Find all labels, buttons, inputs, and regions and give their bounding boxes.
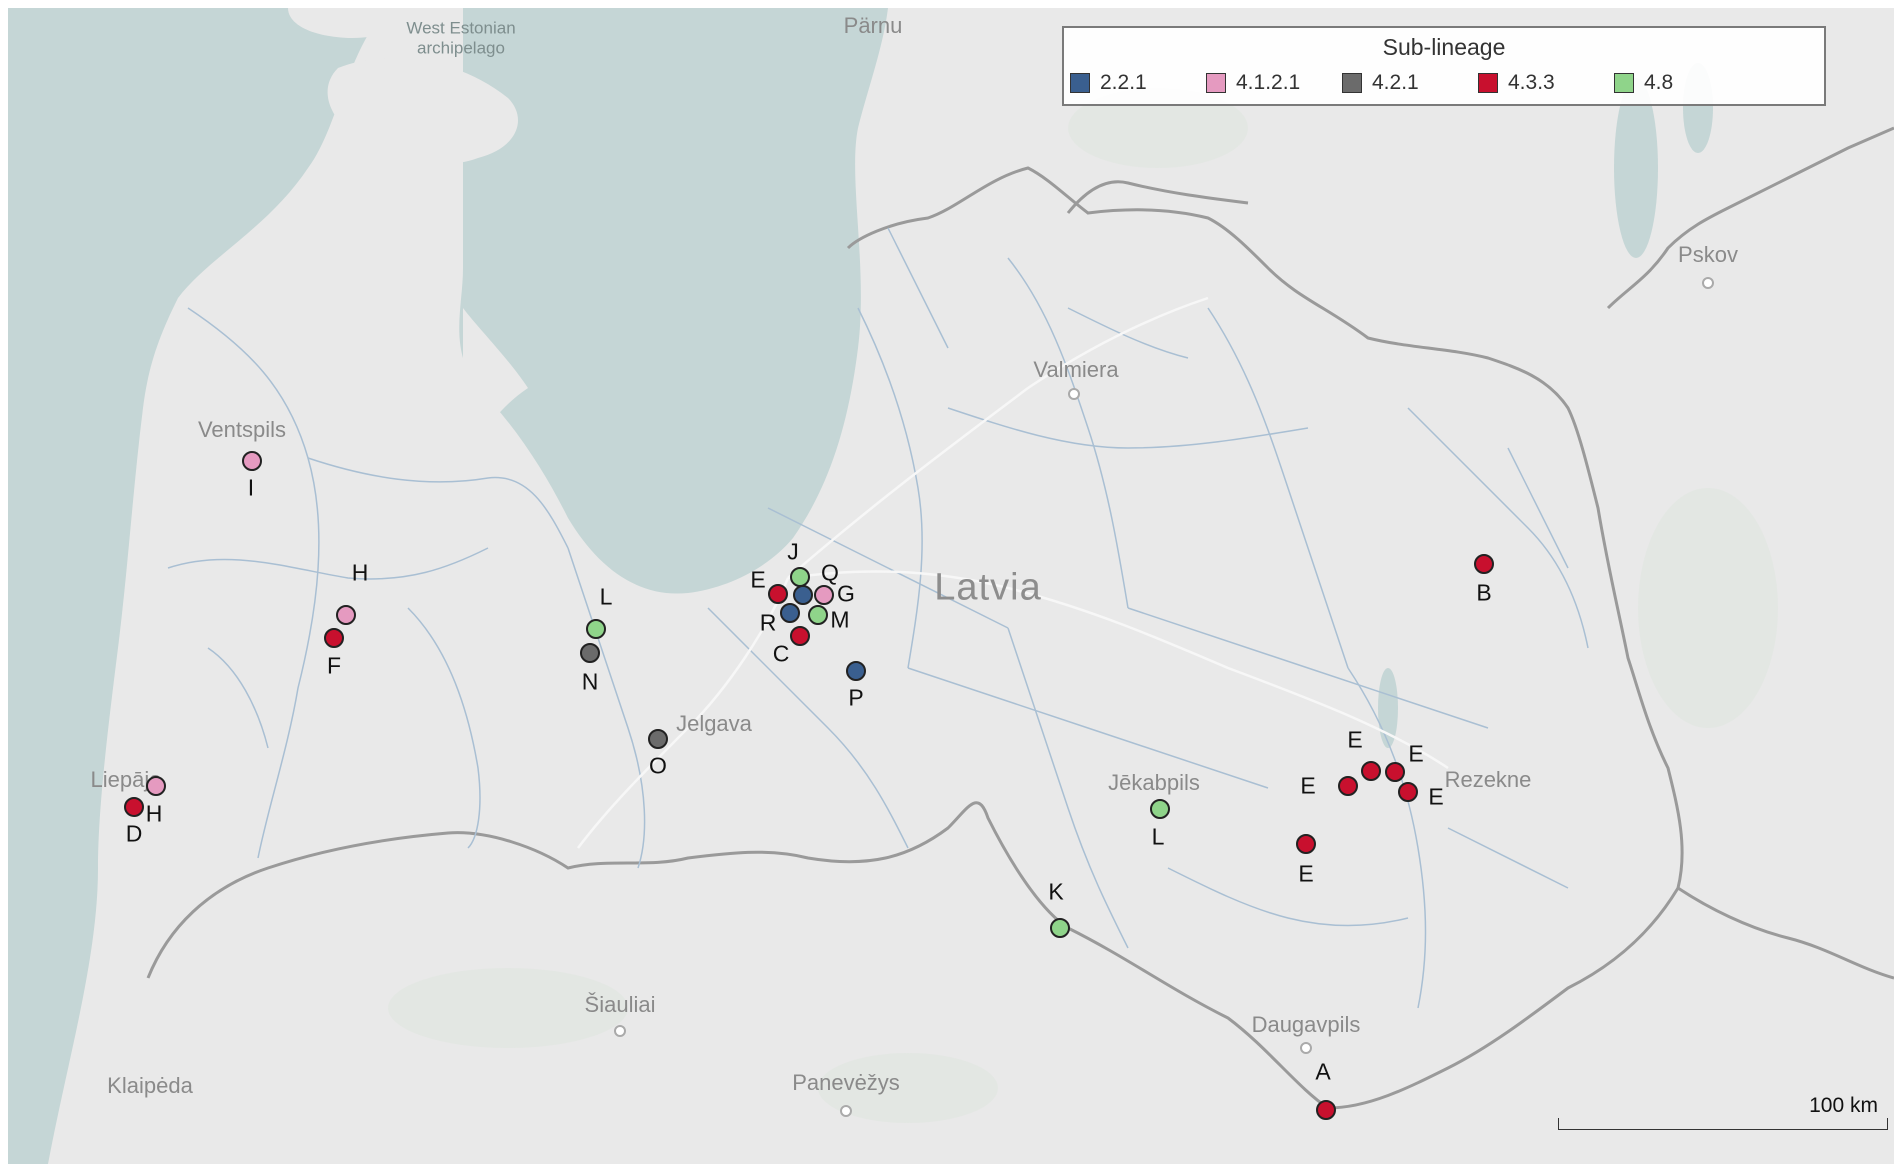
sample-label: L	[1151, 823, 1165, 850]
city-label-jekabpils: Jēkabpils	[1108, 770, 1200, 795]
legend-label: 4.8	[1644, 71, 1674, 94]
city-label-parnu: Pärnu	[843, 13, 903, 38]
sample-marker[interactable]	[1398, 782, 1418, 802]
legend-item: 4.3.3	[1478, 70, 1555, 96]
sample-label: J	[787, 538, 799, 565]
legend-swatch	[1478, 73, 1498, 93]
sample-marker[interactable]	[1150, 799, 1170, 819]
sample-label: H	[351, 559, 369, 586]
sample-label: C	[772, 640, 790, 667]
legend-item: 4.8	[1614, 70, 1673, 96]
sample-marker[interactable]	[780, 603, 800, 623]
sample-label: E	[1428, 783, 1444, 810]
sample-marker[interactable]	[124, 797, 144, 817]
city-label-jelgava: Jelgava	[676, 711, 752, 736]
legend-title: Sub-lineage	[1382, 34, 1506, 60]
sample-label: F	[326, 652, 342, 679]
sample-marker[interactable]	[1316, 1100, 1336, 1120]
sample-label: M	[830, 606, 850, 633]
sample-label: K	[1048, 878, 1064, 905]
legend: Sub-lineage 2.2.1 4.1.2.1 4.2.1 4.3.3 4.…	[1062, 26, 1826, 106]
sample-label: R	[759, 609, 777, 636]
country-border	[146, 166, 1684, 1110]
city-label-valmiera: Valmiera	[1033, 357, 1119, 382]
sample-label: H	[145, 800, 163, 827]
legend-label: 4.2.1	[1372, 71, 1419, 94]
country-border	[1066, 180, 1249, 214]
sample-marker[interactable]	[242, 451, 262, 471]
country-label: Latvia	[934, 566, 1042, 609]
sample-label: D	[125, 820, 143, 847]
sample-label: E	[1300, 772, 1316, 799]
city-label-siauliai: Šiauliai	[584, 992, 656, 1017]
sample-marker[interactable]	[793, 585, 813, 605]
regional-borders	[167, 227, 1589, 1009]
map-canvas[interactable]: West Estonian archipelago Pärnu Pskov Va…	[8, 8, 1894, 1164]
legend-item: 2.2.1	[1070, 70, 1147, 96]
legend-label: 4.1.2.1	[1236, 71, 1301, 94]
sample-label: B	[1476, 579, 1492, 606]
lake	[1378, 668, 1398, 748]
sample-marker[interactable]	[336, 605, 356, 625]
legend-item: 4.1.2.1	[1206, 70, 1300, 96]
legend-label: 4.3.3	[1508, 71, 1555, 94]
sample-marker[interactable]	[1361, 761, 1381, 781]
legend-label: 2.2.1	[1100, 71, 1147, 94]
sample-label: E	[1408, 740, 1424, 767]
sample-marker[interactable]	[846, 661, 866, 681]
city-label-daugavpils: Daugavpils	[1251, 1012, 1361, 1037]
city-label-rezekne: Rezekne	[1444, 767, 1532, 792]
scale-label: 100 km	[1809, 1094, 1878, 1117]
sample-marker[interactable]	[790, 567, 810, 587]
scale-bar	[1558, 1118, 1888, 1130]
sample-marker[interactable]	[1338, 776, 1358, 796]
sample-marker[interactable]	[814, 585, 834, 605]
sample-marker[interactable]	[146, 776, 166, 796]
sample-label: A	[1315, 1058, 1331, 1085]
city-label-klaipeda: Klaipėda	[107, 1073, 193, 1098]
legend-swatch	[1070, 73, 1090, 93]
sample-label: E	[1298, 860, 1314, 887]
city-label-pskov: Pskov	[1678, 242, 1738, 267]
sample-label: G	[837, 580, 855, 607]
sample-label: I	[247, 474, 255, 501]
sample-marker[interactable]	[1296, 834, 1316, 854]
sea-area	[8, 8, 388, 1164]
sample-marker[interactable]	[790, 626, 810, 646]
sample-marker[interactable]	[586, 619, 606, 639]
sample-marker[interactable]	[324, 628, 344, 648]
sample-marker[interactable]	[1474, 554, 1494, 574]
legend-swatch	[1614, 73, 1634, 93]
legend-swatch	[1342, 73, 1362, 93]
sample-marker[interactable]	[768, 584, 788, 604]
sample-label: O	[649, 752, 667, 779]
sample-label: L	[599, 583, 613, 610]
sample-label: E	[750, 566, 766, 593]
sample-label: P	[848, 684, 864, 711]
legend-item: 4.2.1	[1342, 70, 1419, 96]
sample-label: E	[1347, 726, 1363, 753]
legend-swatch	[1206, 73, 1226, 93]
sea-label: West Estonian archipelago	[406, 18, 516, 57]
city-label-panevezys: Panevėžys	[792, 1070, 900, 1095]
city-label-ventspils: Ventspils	[197, 417, 287, 442]
sample-label: N	[581, 668, 599, 695]
sample-marker[interactable]	[808, 605, 828, 625]
sample-marker[interactable]	[1385, 762, 1405, 782]
sample-marker[interactable]	[648, 729, 668, 749]
sample-marker[interactable]	[1050, 918, 1070, 938]
sample-marker[interactable]	[580, 643, 600, 663]
country-border	[1677, 886, 1894, 980]
gulf-of-riga	[459, 8, 888, 594]
